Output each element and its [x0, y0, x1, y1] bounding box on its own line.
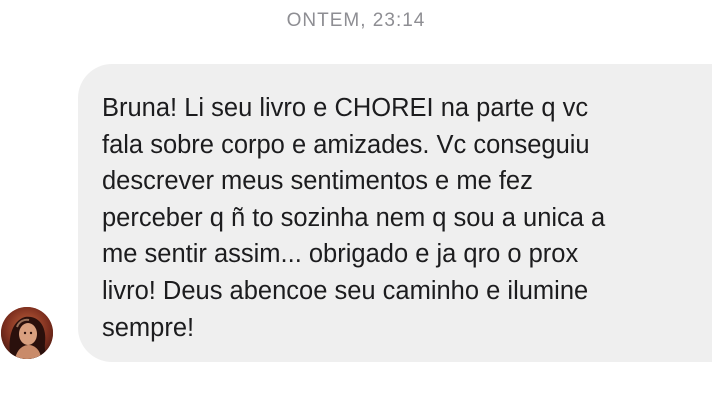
- sender-avatar[interactable]: [1, 307, 53, 359]
- profile-photo-icon: [1, 307, 53, 359]
- message-text: Bruna! Li seu livro e CHOREI na parte q …: [102, 94, 606, 342]
- chat-screen: ONTEM, 23:14 Bruna! Li seu livro e CHORE…: [0, 0, 712, 401]
- message-bubble[interactable]: Bruna! Li seu livro e CHOREI na parte q …: [78, 64, 712, 362]
- message-timestamp: ONTEM, 23:14: [286, 10, 426, 31]
